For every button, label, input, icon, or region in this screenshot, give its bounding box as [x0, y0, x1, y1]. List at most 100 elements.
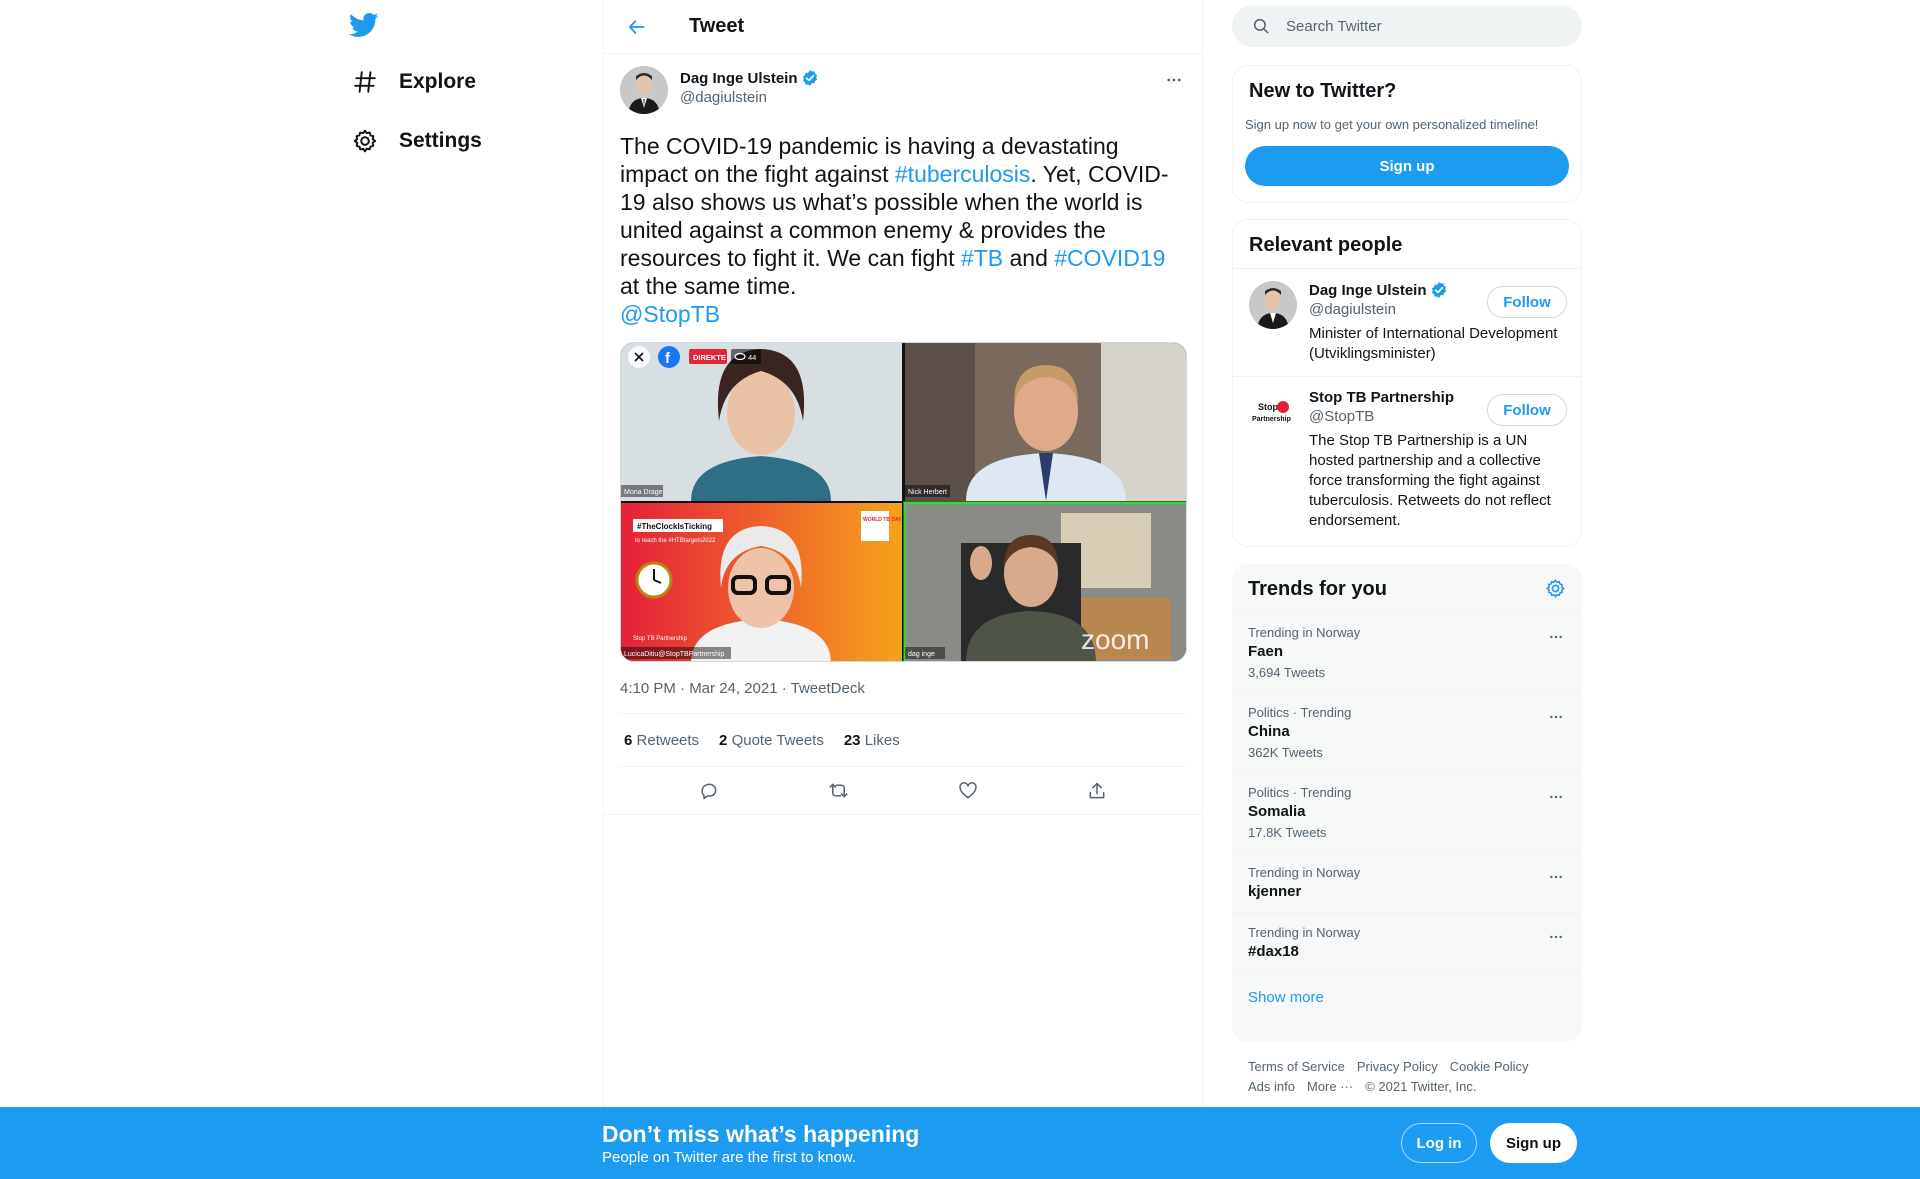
tweet-text: The COVID-19 pandemic is having a devast…: [620, 132, 1190, 328]
person-item[interactable]: Stop Partnership Stop TB Partnership @Sto…: [1233, 376, 1581, 543]
trend-item[interactable]: Politics · Trending Somalia 17.8K Tweets: [1232, 773, 1582, 853]
reply-button[interactable]: [692, 774, 726, 808]
twitter-logo-icon[interactable]: [348, 10, 381, 42]
hashtag-link-covid19[interactable]: #COVID19: [1054, 245, 1165, 271]
trend-context: Politics · Trending: [1248, 785, 1352, 800]
avatar[interactable]: [620, 66, 668, 114]
footer-privacy-link[interactable]: Privacy Policy: [1357, 1059, 1438, 1074]
trend-item[interactable]: Trending in Norway kjenner: [1232, 853, 1582, 913]
login-prompt-bar: Don’t miss what’s happening People on Tw…: [0, 1107, 1920, 1179]
verified-badge-icon: [802, 70, 817, 86]
gear-icon: [1546, 579, 1565, 598]
trend-context: Trending in Norway: [1248, 625, 1361, 640]
hashtag-icon: [351, 68, 379, 96]
trend-more-button[interactable]: [1546, 787, 1566, 807]
new-to-twitter-card: New to Twitter? Sign up now to get your …: [1232, 65, 1582, 203]
page-title: Tweet: [689, 15, 745, 37]
tweet-stats: 6 Retweets 2 Quote Tweets 23 Likes: [620, 714, 1186, 767]
tweet-timestamp[interactable]: 4:10 PM · Mar 24, 2021 · TweetDeck: [620, 680, 1186, 714]
person-bio: The Stop TB Partnership is a UN hosted p…: [1309, 432, 1551, 529]
likes-stat[interactable]: 23 Likes: [844, 732, 900, 749]
person-name[interactable]: Stop TB Partnership: [1309, 389, 1454, 406]
viewer-count: 44: [748, 353, 756, 362]
more-dots-icon: [1550, 715, 1562, 719]
more-dots-icon: [1550, 635, 1562, 639]
trend-context: Trending in Norway: [1248, 865, 1361, 880]
trend-name: China: [1248, 723, 1290, 740]
share-button[interactable]: [1080, 774, 1114, 808]
trend-more-button[interactable]: [1546, 867, 1566, 887]
trend-context: Politics · Trending: [1248, 705, 1352, 720]
like-button[interactable]: [951, 774, 985, 808]
tweet-author: Dag Inge Ulstein @dagiulstein: [620, 66, 1186, 114]
avatar[interactable]: [1249, 281, 1297, 329]
bottom-bar-subtitle: People on Twitter are the first to know.: [602, 1149, 857, 1166]
nav-settings[interactable]: Settings: [351, 117, 492, 165]
video-thumbnail: Mona Drage Nick Herbert #TheClockIsTicki…: [621, 343, 1186, 661]
tile-label: Mona Drage: [624, 489, 663, 496]
tile-corner: WORLD TB DAY: [863, 517, 902, 523]
person-name[interactable]: Dag Inge Ulstein: [1309, 282, 1427, 299]
trend-name: kjenner: [1248, 883, 1302, 900]
trend-item[interactable]: Trending in Norway #dax18: [1232, 913, 1582, 973]
trend-more-button[interactable]: [1546, 627, 1566, 647]
signup-card-button[interactable]: Sign up: [1245, 146, 1569, 186]
retweet-icon: [829, 783, 848, 798]
likes-count: 23: [843, 731, 861, 749]
signup-button[interactable]: Sign up: [1490, 1123, 1577, 1163]
footer-more-link[interactable]: More ···: [1307, 1079, 1353, 1094]
tile-watermark: zoom: [1081, 624, 1149, 655]
tile-banner-sub: to reach the #HTBtargets2022: [635, 538, 716, 544]
tweet-media[interactable]: Mona Drage Nick Herbert #TheClockIsTicki…: [620, 342, 1187, 662]
trend-item[interactable]: Politics · Trending China 362K Tweets: [1232, 693, 1582, 773]
retweets-count: 6: [624, 731, 633, 749]
footer-terms-link[interactable]: Terms of Service: [1248, 1059, 1345, 1074]
mention-link-stoptb[interactable]: @StopTB: [620, 301, 720, 327]
retweet-button[interactable]: [821, 774, 855, 808]
footer-cookie-link[interactable]: Cookie Policy: [1450, 1059, 1529, 1074]
hashtag-link-tuberculosis[interactable]: #tuberculosis: [895, 161, 1031, 187]
logo-text: Partnership: [1252, 416, 1291, 423]
footer-ads-link[interactable]: Ads info: [1248, 1079, 1295, 1094]
arrow-left-icon: [629, 19, 645, 34]
tweet-more-button[interactable]: [1162, 68, 1186, 92]
signup-card-subtitle: Sign up now to get your own personalized…: [1245, 117, 1539, 132]
person-item[interactable]: Dag Inge Ulstein @dagiulstein Minister o…: [1233, 269, 1581, 376]
trends-settings-button[interactable]: [1545, 578, 1566, 612]
tile-label: Nick Herbert: [908, 489, 947, 496]
hashtag-link-tb[interactable]: #TB: [961, 245, 1003, 271]
nav-explore[interactable]: Explore: [351, 58, 486, 106]
live-badge: DIREKTE: [693, 353, 726, 362]
more-dots-icon: [1550, 795, 1562, 799]
tile-banner: #TheClockIsTicking: [637, 522, 712, 531]
trend-more-button[interactable]: [1546, 927, 1566, 947]
logo-text: Stop: [1258, 402, 1278, 412]
retweets-stat[interactable]: 6 Retweets: [624, 732, 699, 749]
author-name[interactable]: Dag Inge Ulstein: [680, 70, 798, 87]
search-input[interactable]: [1286, 17, 1546, 35]
gear-icon: [351, 127, 379, 155]
login-button[interactable]: Log in: [1401, 1123, 1477, 1163]
trend-item[interactable]: Trending in Norway Faen 3,694 Tweets: [1232, 613, 1582, 693]
trend-count: 17.8K Tweets: [1248, 825, 1327, 840]
person-bio: Minister of International Development (U…: [1309, 325, 1558, 362]
tweet-actions: [604, 767, 1202, 815]
reply-icon: [701, 783, 717, 799]
trend-context: Trending in Norway: [1248, 925, 1361, 940]
show-more-link[interactable]: Show more: [1232, 973, 1582, 1022]
tweet-text-part: at the same time.: [620, 273, 797, 299]
verified-badge-icon: [1431, 282, 1446, 298]
back-button[interactable]: [619, 9, 655, 45]
trend-name: Faen: [1248, 643, 1284, 660]
follow-button[interactable]: Follow: [1487, 286, 1567, 318]
trend-count: 3,694 Tweets: [1248, 665, 1326, 680]
quotes-stat[interactable]: 2 Quote Tweets: [719, 732, 824, 749]
search-box[interactable]: [1232, 5, 1582, 47]
stoptb-logo[interactable]: Stop Partnership: [1249, 389, 1297, 437]
tile-label: dag inge: [908, 651, 935, 658]
tile-label: LucicaDitiu@StopTBPartnership: [624, 651, 725, 658]
trend-more-button[interactable]: [1546, 707, 1566, 727]
tweet: Dag Inge Ulstein @dagiulstein The COVID-…: [604, 54, 1202, 815]
follow-button[interactable]: Follow: [1487, 394, 1567, 426]
nav-explore-label: Explore: [399, 70, 477, 93]
